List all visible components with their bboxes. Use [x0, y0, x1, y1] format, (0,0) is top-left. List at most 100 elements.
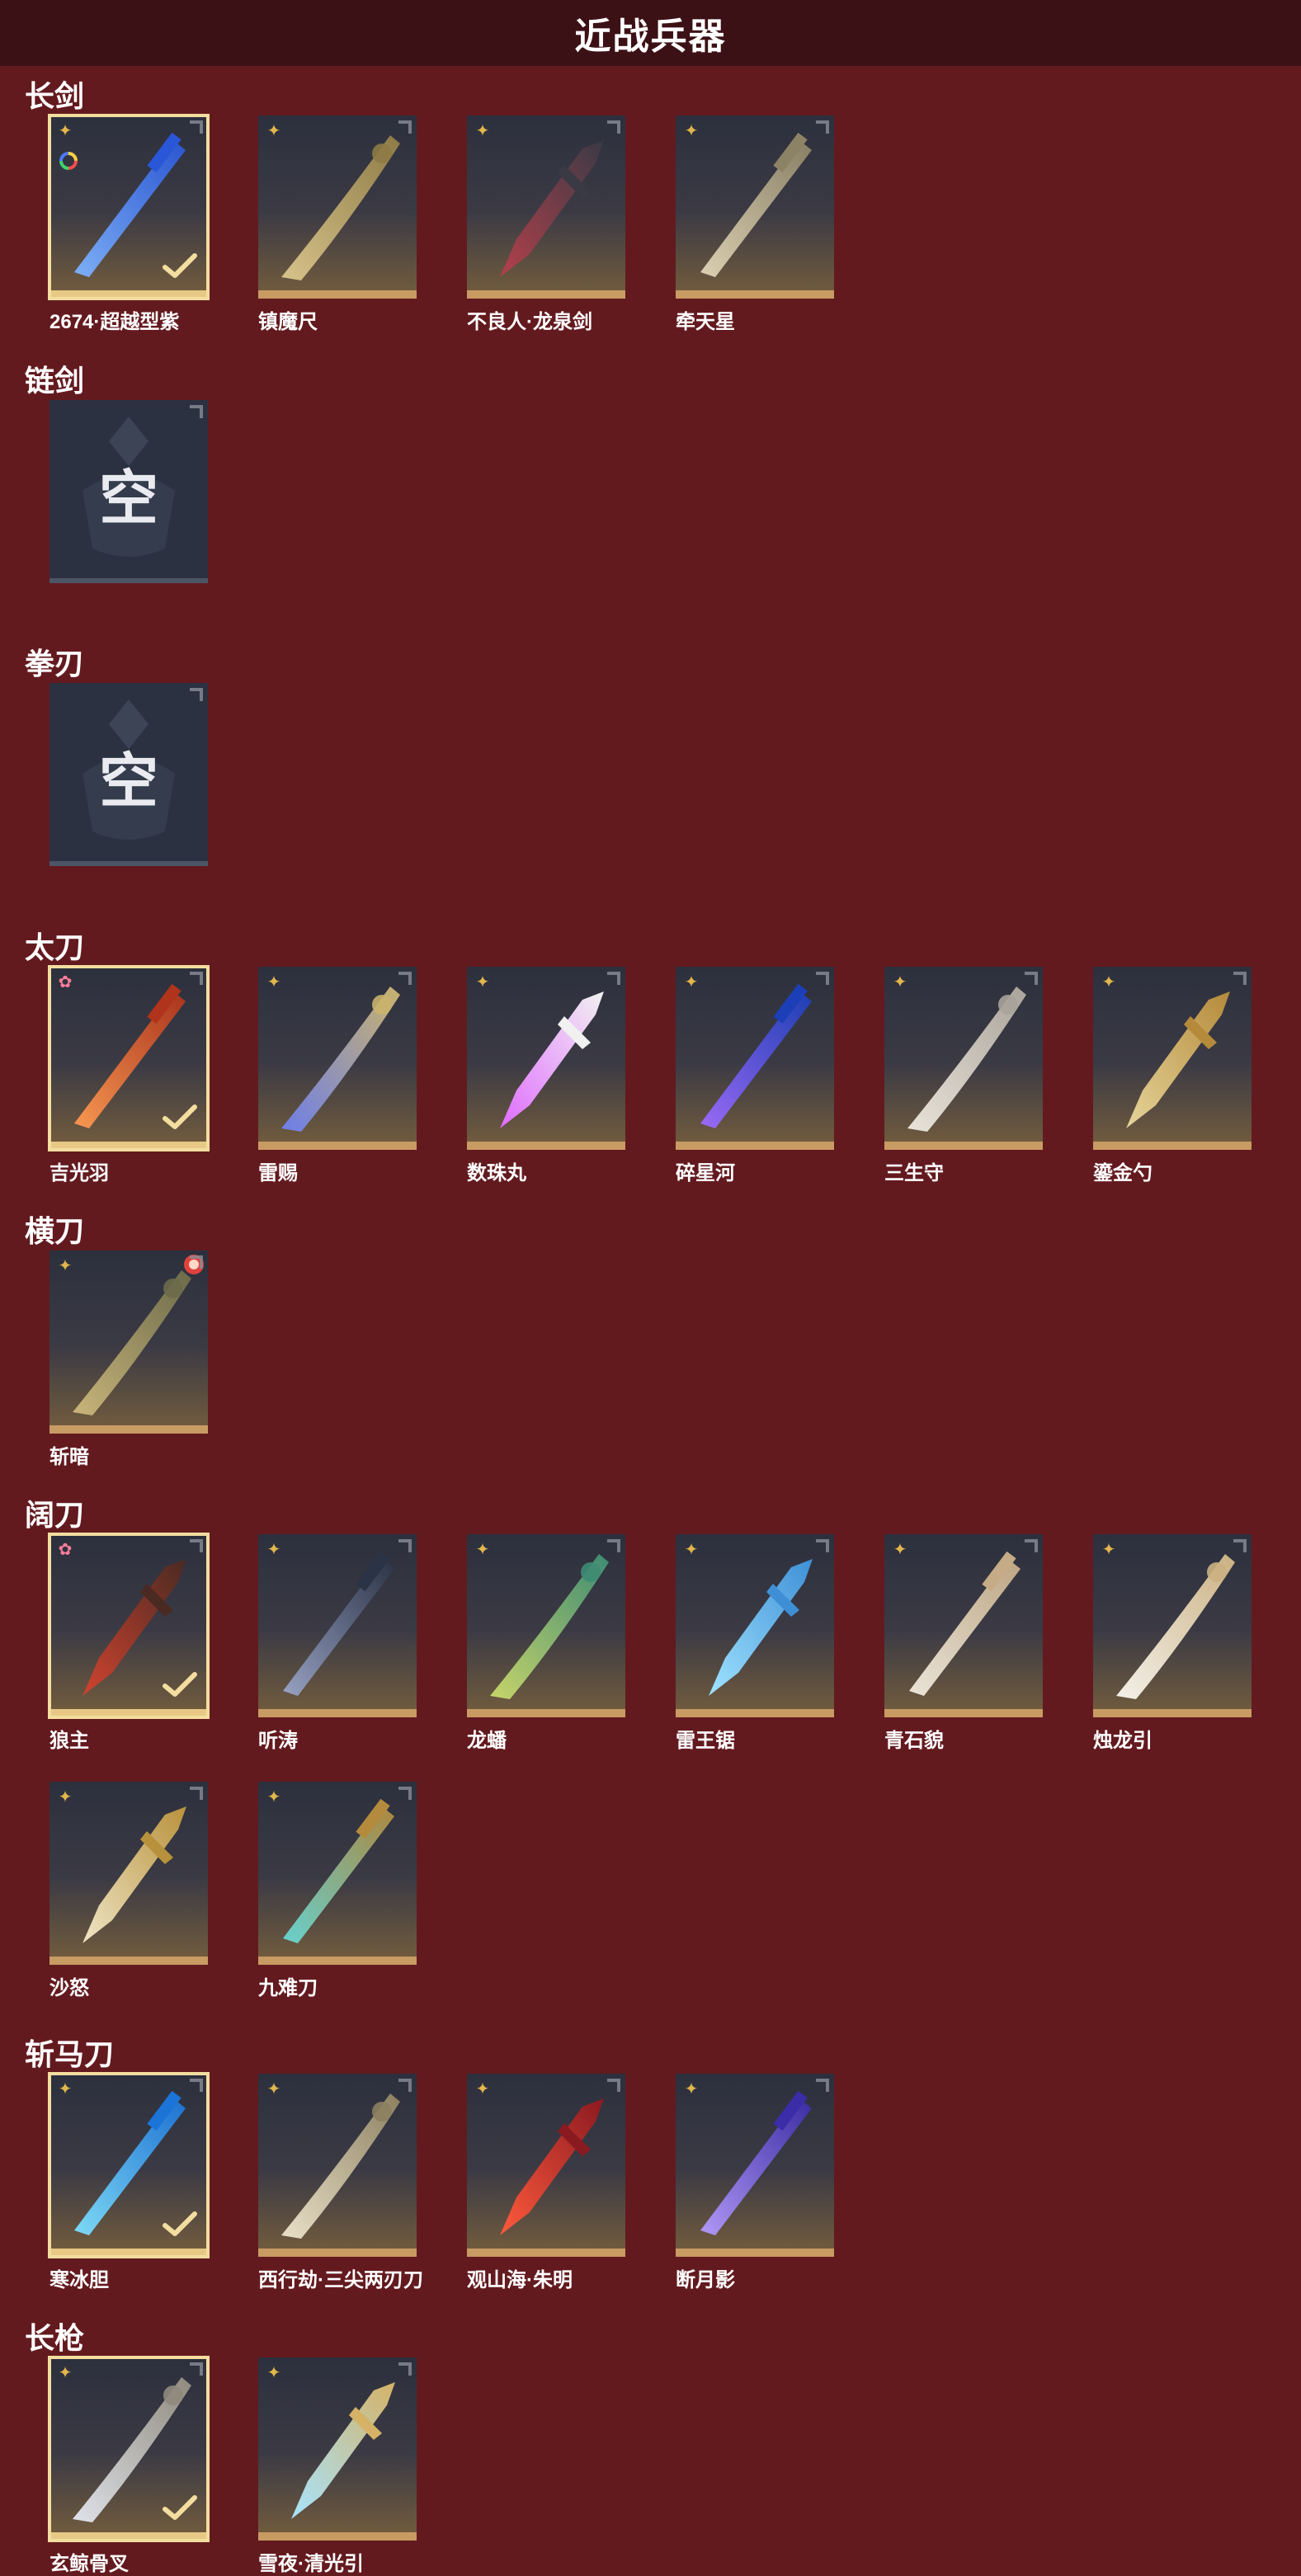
- weapon-image: [1116, 1554, 1235, 1699]
- weapon-card[interactable]: ✦: [467, 115, 625, 299]
- weapon-card[interactable]: ✦: [1093, 1534, 1252, 1717]
- weapon-card[interactable]: ✦: [258, 2357, 417, 2541]
- check-icon: [163, 2211, 197, 2236]
- weapon-image: [700, 983, 812, 1128]
- weapon-card[interactable]: ✦: [884, 1534, 1043, 1717]
- weapon-name-label: 雷王锯: [676, 1730, 735, 1752]
- gold-star-icon: ✦: [1101, 973, 1116, 991]
- corner-mark-icon: [398, 120, 412, 134]
- gold-star-icon: ✦: [266, 122, 281, 140]
- section-title: 长枪: [25, 2321, 85, 2355]
- weapon-card[interactable]: ✦: [676, 1534, 834, 1717]
- weapon-card[interactable]: ✦: [49, 1250, 208, 1434]
- corner-mark-icon: [1233, 972, 1247, 985]
- weapon-name-label: 2674·超越型紫: [49, 311, 180, 333]
- weapon-name-label: 青石貌: [884, 1730, 944, 1752]
- weapon-card[interactable]: ✦: [49, 1782, 208, 1965]
- weapon-image: [709, 1559, 813, 1696]
- corner-mark-icon: [398, 972, 412, 985]
- empty-slot-label: 空: [98, 749, 158, 815]
- weapon-name-label: 数珠丸: [467, 1162, 526, 1184]
- weapon-card[interactable]: ✦: [467, 1534, 625, 1717]
- weapon-name-label: 观山海·朱明: [467, 2269, 573, 2291]
- empty-weapon-slot[interactable]: 空: [49, 400, 208, 583]
- corner-mark-icon: [398, 1787, 412, 1800]
- weapon-image: [281, 135, 400, 280]
- page-header: 近战兵器: [0, 0, 1301, 66]
- weapon-card[interactable]: ✦: [676, 2074, 834, 2257]
- weapon-name-label: 吉光羽: [49, 1162, 109, 1184]
- corner-mark-icon: [190, 2362, 203, 2376]
- weapon-card[interactable]: ✦: [258, 2074, 417, 2257]
- weapon-image: [291, 2382, 395, 2519]
- section-title: 链剑: [25, 364, 85, 398]
- section-title: 横刀: [25, 1214, 85, 1248]
- corner-mark-icon: [607, 972, 620, 985]
- gold-star-icon: ✦: [684, 2080, 699, 2098]
- corner-mark-icon: [1025, 1539, 1038, 1552]
- weapon-name-label: 碎星河: [676, 1162, 735, 1184]
- pink-star-icon: ✿: [58, 973, 73, 991]
- weapon-name-label: 三生守: [884, 1162, 944, 1184]
- weapon-name-label: 雪夜·清光引: [258, 2553, 364, 2575]
- weapon-card[interactable]: ✦: [467, 967, 625, 1150]
- weapon-image: [500, 991, 604, 1128]
- weapon-card[interactable]: ✦: [258, 967, 417, 1150]
- weapon-name-label: 断月影: [676, 2269, 735, 2291]
- gold-star-icon: ✦: [475, 2080, 490, 2098]
- check-icon: [163, 253, 197, 278]
- gold-star-icon: ✦: [58, 2080, 73, 2098]
- section-title: 拳刃: [25, 647, 85, 680]
- weapon-image: [281, 2093, 400, 2239]
- check-icon: [163, 2495, 197, 2520]
- gold-star-icon: ✦: [475, 1541, 490, 1559]
- weapon-card[interactable]: ✦: [1093, 967, 1252, 1150]
- empty-slot-label: 空: [98, 466, 158, 532]
- gold-star-icon: ✦: [266, 2364, 281, 2382]
- section-title: 斩马刀: [25, 2037, 115, 2071]
- weapon-card[interactable]: ✦: [48, 2072, 210, 2258]
- weapon-name-label: 斩暗: [49, 1446, 89, 1468]
- weapon-card[interactable]: ✦: [48, 114, 210, 300]
- gold-star-icon: ✦: [58, 1257, 73, 1275]
- corner-mark-icon: [1233, 1539, 1247, 1552]
- weapon-card[interactable]: ✦: [884, 967, 1043, 1150]
- weapon-name-label: 狼主: [49, 1730, 89, 1752]
- weapon-name-label: 寒冰胆: [49, 2269, 109, 2291]
- weapon-card[interactable]: ✿: [48, 965, 210, 1151]
- weapon-image: [700, 132, 812, 277]
- weapon-card[interactable]: ✦: [467, 2074, 625, 2257]
- section-title: 长剑: [25, 79, 85, 113]
- weapon-image: [500, 2098, 604, 2235]
- gold-star-icon: ✦: [266, 1541, 281, 1559]
- weapon-name-label: 玄鲸骨叉: [49, 2553, 129, 2575]
- corner-mark-icon: [190, 405, 203, 418]
- gold-star-icon: ✦: [684, 1541, 699, 1559]
- corner-mark-icon: [190, 2079, 203, 2092]
- gold-star-icon: ✦: [266, 1788, 281, 1806]
- weapon-card[interactable]: ✦: [258, 1782, 417, 1965]
- weapon-card[interactable]: ✦: [676, 967, 834, 1150]
- empty-weapon-slot[interactable]: 空: [49, 683, 208, 866]
- corner-mark-icon: [190, 120, 203, 134]
- gold-star-icon: ✦: [58, 122, 73, 140]
- weapon-image: [281, 987, 400, 1132]
- weapon-card[interactable]: ✦: [258, 115, 417, 299]
- pink-star-icon: ✿: [58, 1541, 73, 1559]
- gold-star-icon: ✦: [475, 973, 490, 991]
- weapon-card[interactable]: ✦: [48, 2356, 210, 2542]
- corner-mark-icon: [816, 2079, 829, 2092]
- gold-star-icon: ✦: [266, 973, 281, 991]
- weapon-card[interactable]: ✦: [258, 1534, 417, 1717]
- gold-star-icon: ✦: [684, 973, 699, 991]
- corner-mark-icon: [190, 1255, 203, 1269]
- weapon-card[interactable]: ✦: [676, 115, 834, 299]
- weapon-name-label: 龙蟠: [467, 1730, 507, 1752]
- weapon-name-label: 鎏金勺: [1093, 1162, 1153, 1184]
- corner-mark-icon: [190, 972, 203, 985]
- weapon-name-label: 镇魔尺: [258, 311, 318, 333]
- gold-star-icon: ✦: [475, 122, 490, 140]
- weapon-image: [700, 2090, 812, 2235]
- gold-star-icon: ✦: [58, 1788, 73, 1806]
- weapon-card[interactable]: ✿: [48, 1533, 210, 1719]
